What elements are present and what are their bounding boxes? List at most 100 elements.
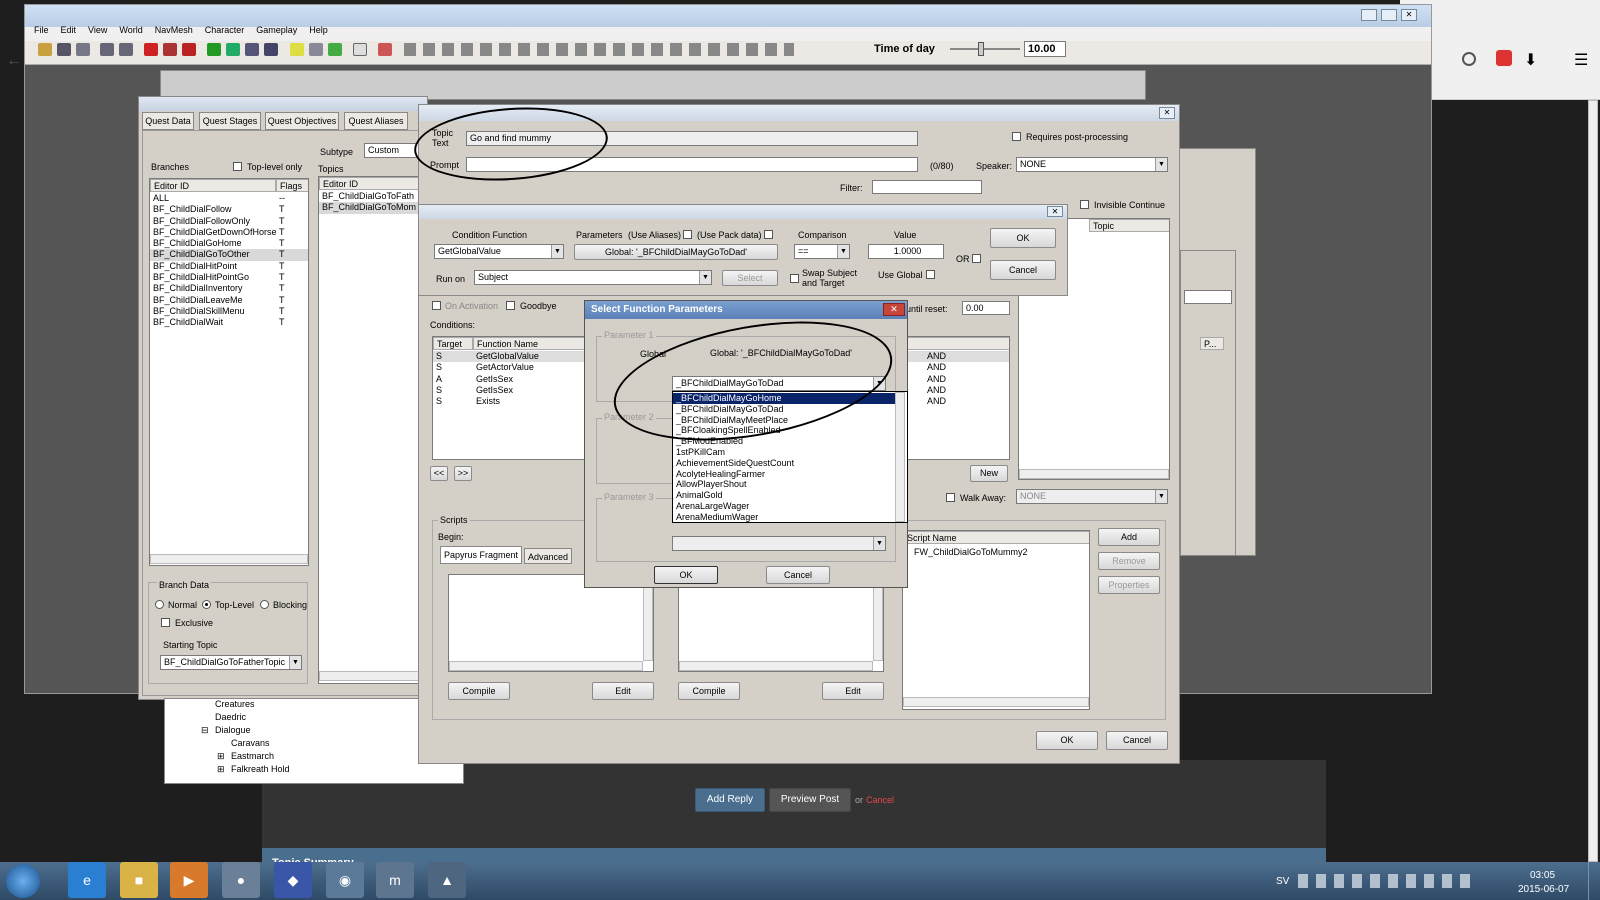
- menu-navmesh[interactable]: NavMesh: [155, 25, 193, 37]
- pathing-icon[interactable]: [264, 43, 278, 56]
- world-icon[interactable]: [207, 43, 221, 56]
- edit-begin-button[interactable]: Edit: [592, 682, 654, 700]
- maximize-icon[interactable]: [1381, 9, 1397, 21]
- requires-post-processing-checkbox[interactable]: [1012, 132, 1021, 141]
- dropdown-option[interactable]: _BFModEnabled: [673, 436, 895, 447]
- back-arrow-icon[interactable]: ←: [6, 52, 22, 70]
- chevron-down-icon[interactable]: ▼: [1155, 158, 1167, 171]
- time-of-day-slider[interactable]: [950, 42, 1020, 56]
- ie-icon[interactable]: e: [68, 862, 106, 898]
- new-button[interactable]: New: [970, 465, 1008, 482]
- dropdown-option[interactable]: _BFChildDialMayGoToDad: [673, 404, 895, 415]
- end-script-editor[interactable]: [678, 574, 884, 672]
- tree-expand-icon[interactable]: ⊞: [217, 751, 225, 762]
- sky-icon[interactable]: [309, 43, 323, 56]
- slider-thumb[interactable]: [978, 42, 984, 56]
- list-item[interactable]: BF_ChildDialHitPoint T: [150, 261, 308, 272]
- invisible-continue-checkbox[interactable]: [1080, 200, 1089, 209]
- tree-expand-icon[interactable]: ⊟: [201, 725, 209, 736]
- chevron-down-icon[interactable]: ▼: [1155, 490, 1167, 503]
- list-item[interactable]: BF_ChildDialWait T: [150, 317, 308, 328]
- parameter-3-combo[interactable]: ▼: [672, 536, 886, 551]
- compile-end-button[interactable]: Compile: [678, 682, 740, 700]
- dropdown-option[interactable]: ArenaMediumWager: [673, 512, 895, 522]
- condition-function-combo[interactable]: GetGlobalValue ▼: [434, 244, 564, 259]
- close-icon[interactable]: ✕: [1047, 206, 1063, 217]
- chrome-icon[interactable]: ◉: [326, 862, 364, 898]
- branch-col-editor-id[interactable]: Editor ID: [150, 179, 276, 192]
- edit-end-button[interactable]: Edit: [822, 682, 884, 700]
- dropdown-option[interactable]: ArenaLargeWager: [673, 501, 895, 512]
- walk-away-combo[interactable]: NONE ▼: [1016, 489, 1168, 504]
- global-dropdown-list[interactable]: _BFChildDialMayGoHome _BFChildDialMayGoT…: [672, 391, 908, 523]
- preferences-icon[interactable]: [76, 43, 90, 56]
- list-item[interactable]: BF_ChildDialGoHome T: [150, 238, 308, 249]
- list-item[interactable]: BF_ChildDialSkillMenu T: [150, 306, 308, 317]
- notification-icon[interactable]: [1496, 50, 1512, 66]
- list-item[interactable]: BF_ChildDialFollowOnly T: [150, 216, 308, 227]
- dropdown-option[interactable]: _BFChildDialMayMeetPlace: [673, 415, 895, 426]
- creation-kit-icon[interactable]: ▲: [428, 862, 466, 898]
- browser-scrollbar[interactable]: [1588, 100, 1598, 862]
- tree-item[interactable]: Eastmarch: [231, 751, 274, 761]
- cond-col-target[interactable]: Target: [433, 337, 473, 350]
- menu-view[interactable]: View: [88, 25, 107, 37]
- top-level-only-checkbox[interactable]: [233, 162, 242, 171]
- tab-quest-objectives[interactable]: Quest Objectives: [265, 112, 339, 130]
- list-item[interactable]: BF_ChildDialInventory T: [150, 283, 308, 294]
- list-item[interactable]: ALL --: [150, 193, 308, 204]
- redo-icon[interactable]: [119, 43, 133, 56]
- list-item-selected[interactable]: BF_ChildDialGoToMom: [319, 202, 423, 214]
- render-icon[interactable]: [144, 43, 158, 56]
- tab-quest-aliases[interactable]: Quest Aliases: [344, 112, 408, 130]
- topic-ok-button[interactable]: OK: [1036, 731, 1098, 750]
- topics-col-editor-id[interactable]: Editor ID: [319, 177, 423, 190]
- terrain-icon[interactable]: [328, 43, 342, 56]
- prev-button[interactable]: <<: [430, 466, 448, 481]
- walk-away-checkbox[interactable]: [946, 493, 955, 502]
- side-panel-field[interactable]: [1184, 290, 1232, 304]
- tree-expand-icon[interactable]: ⊞: [217, 764, 225, 775]
- next-button[interactable]: >>: [454, 466, 472, 481]
- close-icon[interactable]: ✕: [883, 303, 905, 316]
- properties-button[interactable]: Properties: [1098, 576, 1160, 594]
- cond-col-extra[interactable]: [893, 337, 1009, 350]
- script-name-col[interactable]: Script Name: [903, 531, 1089, 544]
- radio-blocking[interactable]: [260, 600, 269, 609]
- start-button-icon[interactable]: [6, 864, 40, 898]
- add-script-button[interactable]: Add: [1098, 528, 1160, 546]
- save-icon[interactable]: [57, 43, 71, 56]
- tree-item[interactable]: Daedric: [215, 712, 246, 722]
- chat-icon[interactable]: [1462, 52, 1476, 66]
- until-reset-field[interactable]: 0.00: [962, 301, 1010, 315]
- script-name-list[interactable]: Script Name FW_ChildDialGoToMummy2: [902, 530, 1090, 710]
- close-icon[interactable]: ✕: [1159, 107, 1175, 119]
- list-item[interactable]: BF_ChildDialHitPointGo T: [150, 272, 308, 283]
- or-checkbox[interactable]: [972, 254, 981, 263]
- tab-papyrus-fragment[interactable]: Papyrus Fragment: [440, 546, 522, 564]
- filter-field[interactable]: [872, 180, 982, 194]
- media-player-icon[interactable]: ▶: [170, 862, 208, 898]
- chevron-down-icon[interactable]: ▼: [699, 271, 711, 284]
- chevron-down-icon[interactable]: ▼: [837, 245, 849, 258]
- select-params-cancel-button[interactable]: Cancel: [766, 566, 830, 584]
- chevron-down-icon[interactable]: ▼: [873, 377, 885, 390]
- use-aliases-checkbox[interactable]: [683, 230, 692, 239]
- begin-script-editor[interactable]: [448, 574, 654, 672]
- add-reply-button[interactable]: Add Reply: [695, 788, 765, 812]
- dropdown-option[interactable]: AcolyteHealingFarmer: [673, 469, 895, 480]
- topic-cancel-button[interactable]: Cancel: [1106, 731, 1168, 750]
- dropdown-option[interactable]: 1stPKillCam: [673, 447, 895, 458]
- menu-world[interactable]: World: [119, 25, 142, 37]
- tree-item[interactable]: Caravans: [231, 738, 270, 748]
- collision-icon[interactable]: [182, 43, 196, 56]
- window-controls[interactable]: ✕: [1361, 9, 1421, 23]
- radio-normal[interactable]: [155, 600, 164, 609]
- list-item[interactable]: FW_ChildDialGoToMummy2: [911, 547, 1028, 558]
- cancel-link[interactable]: Cancel: [866, 795, 894, 805]
- list-item[interactable]: BF_ChildDialGetDownOfHorse T: [150, 227, 308, 238]
- tab-quest-stages[interactable]: Quest Stages: [199, 112, 261, 130]
- menu-edit[interactable]: Edit: [61, 25, 77, 37]
- list-item[interactable]: BF_ChildDialLeaveMe T: [150, 295, 308, 306]
- tree-item[interactable]: Creatures: [215, 699, 255, 709]
